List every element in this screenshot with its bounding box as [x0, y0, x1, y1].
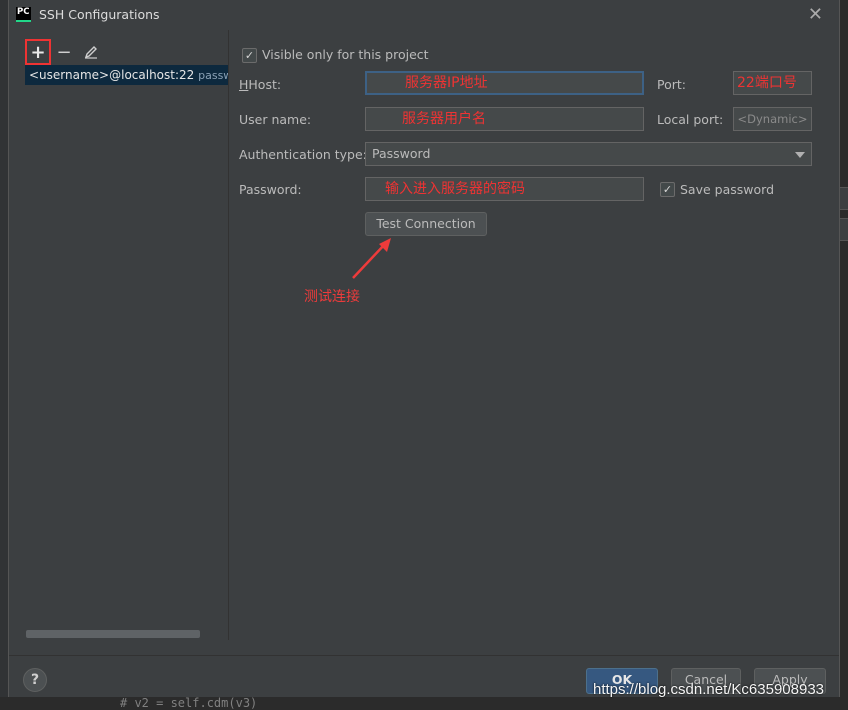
config-list: <username>@localhost:22 passwo — [25, 65, 228, 85]
watermark: https://blog.csdn.net/Kc635908933 — [593, 681, 825, 698]
local-port-label: Local port: — [657, 112, 724, 127]
editor-gutter — [0, 0, 8, 710]
title-bar: PC SSH Configurations ✕ — [9, 0, 839, 30]
auth-type-select[interactable]: Password — [365, 142, 812, 166]
annotation-arrow-icon — [352, 238, 391, 279]
auth-type-value: Password — [372, 146, 431, 161]
window-title: SSH Configurations — [39, 7, 160, 22]
editor-code-line: # v2 = self.cdm(v3) — [120, 696, 258, 710]
close-icon[interactable]: ✕ — [808, 4, 823, 25]
visible-only-label: Visible only for this project — [262, 47, 429, 62]
help-button[interactable]: ? — [23, 668, 47, 692]
editor-edge — [840, 0, 848, 710]
config-list-panel: + − <username>@localhost:22 passwo — [9, 30, 228, 640]
editor-tab-fragment — [840, 218, 848, 241]
config-name: <username>@localhost:22 — [29, 68, 195, 82]
list-item[interactable]: <username>@localhost:22 passwo — [25, 65, 228, 85]
bottom-divider — [9, 655, 839, 656]
editor-tab-fragment — [840, 187, 848, 210]
visible-only-checkbox[interactable]: ✓ — [242, 48, 257, 63]
username-label: User name: — [239, 112, 312, 127]
remove-config-button[interactable]: − — [51, 39, 77, 65]
chevron-down-icon — [795, 152, 805, 158]
test-connection-button[interactable]: Test Connection — [365, 212, 487, 236]
pycharm-logo-icon: PC — [16, 7, 31, 22]
pencil-icon — [84, 46, 97, 59]
local-port-input[interactable]: <Dynamic> — [733, 107, 812, 131]
test-connection-annotation: 测试连接 — [304, 289, 360, 305]
username-input[interactable]: 服务器用户名 — [365, 107, 644, 131]
ssh-configurations-dialog: PC SSH Configurations ✕ + − <username>@l… — [8, 0, 840, 697]
host-label: HHost: — [239, 77, 282, 92]
host-input[interactable]: 服务器IP地址 — [365, 71, 644, 95]
config-form: ✓ Visible only for this project HHost: 服… — [229, 30, 841, 640]
horizontal-scrollbar[interactable] — [26, 630, 200, 638]
add-config-button[interactable]: + — [25, 39, 51, 65]
auth-type-label: Authentication type: — [239, 147, 367, 162]
password-input[interactable]: 输入进入服务器的密码 — [365, 177, 644, 201]
save-password-label: Save password — [680, 182, 775, 197]
edit-config-button[interactable] — [78, 39, 104, 65]
config-auth: passwo — [198, 69, 228, 82]
port-label: Port: — [657, 77, 686, 92]
password-label: Password: — [239, 182, 302, 197]
port-input[interactable]: 22端口号 — [733, 71, 812, 95]
save-password-checkbox[interactable]: ✓ — [660, 182, 675, 197]
